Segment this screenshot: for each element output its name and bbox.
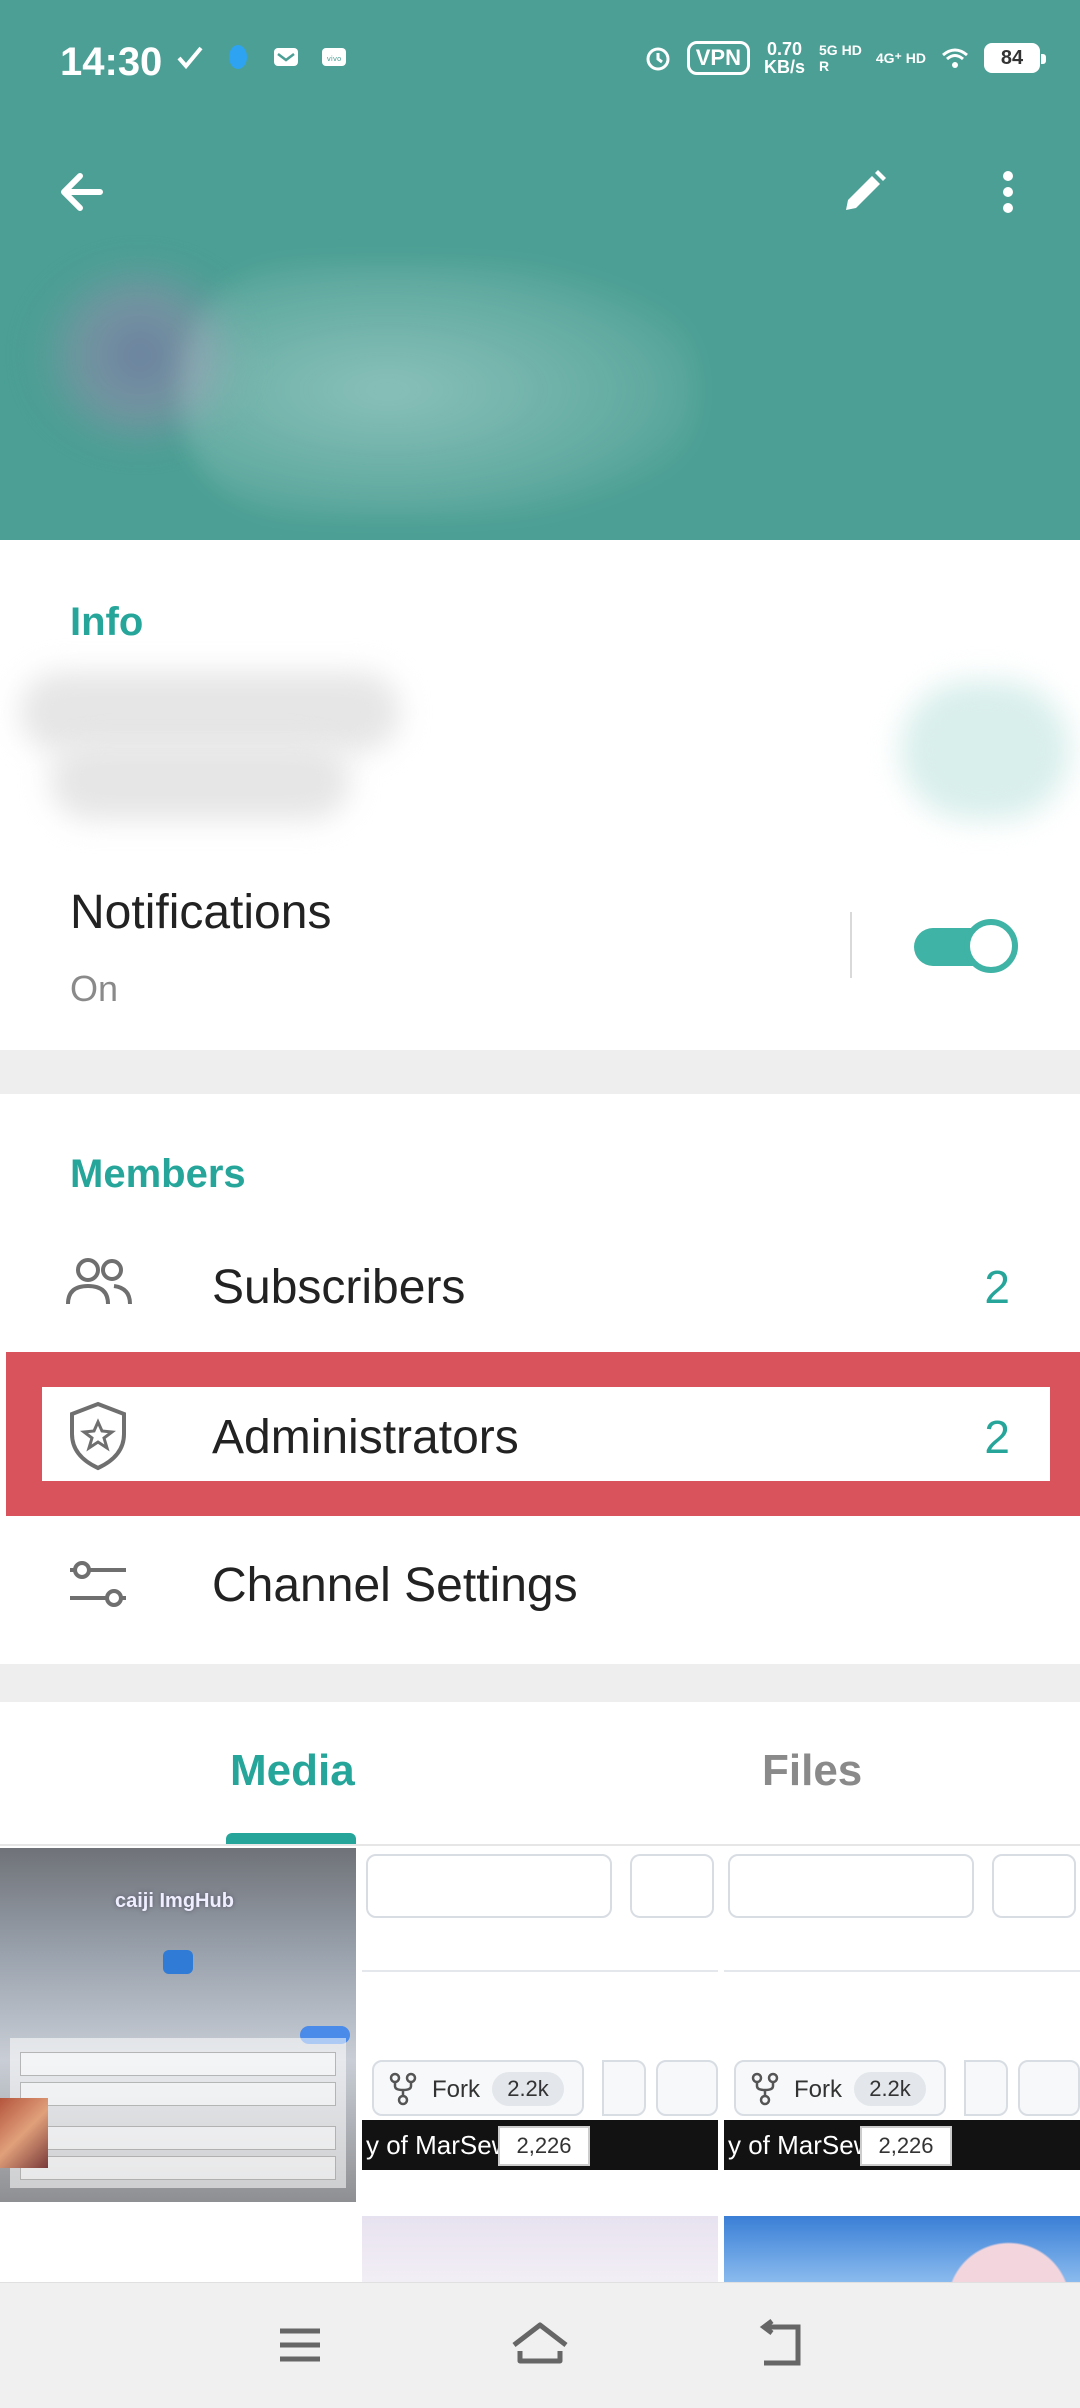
back-icon	[759, 2319, 801, 2366]
thumbnail-table	[10, 2038, 346, 2188]
administrators-row[interactable]: Administrators 2	[0, 1372, 1080, 1502]
divider	[362, 1970, 718, 1972]
channel-settings-row[interactable]: Channel Settings	[0, 1522, 1080, 1652]
subscribers-count: 2	[984, 1261, 1010, 1313]
toggle-knob	[964, 919, 1018, 973]
speed-unit: KB/s	[764, 57, 806, 77]
notification-icons: vivo	[175, 42, 349, 72]
home-button[interactable]	[500, 2313, 580, 2377]
speed-value: 0.70	[766, 39, 803, 59]
status-time: 14:30	[60, 40, 163, 84]
back-button[interactable]	[42, 152, 122, 232]
thumbnail-row	[20, 2082, 336, 2106]
star-icon	[656, 2060, 718, 2116]
divider	[850, 912, 852, 978]
signal-4g-label: 4G⁺ HD	[875, 50, 926, 66]
subscribers-label: Subscribers	[212, 1261, 466, 1314]
signal-5g-roaming: R	[819, 58, 830, 74]
thumbnail-image	[0, 2098, 48, 2168]
media-thumbnail[interactable]: caiji ImgHub	[0, 1848, 356, 2202]
thumbnail-search-box	[366, 1854, 612, 1918]
sliders-icon	[60, 1546, 136, 1622]
tooltip: 2,226	[498, 2126, 590, 2166]
signal-5g-label: 5G HD	[819, 42, 862, 58]
divider	[724, 1970, 1080, 1972]
mail-icon	[274, 48, 298, 66]
network-speed: 0.70 KB/s	[764, 40, 805, 76]
media-grid: caiji ImgHub Fork 2.2k y of MarSew 2,226	[0, 1846, 1080, 2282]
thumbnail-image	[362, 2216, 718, 2282]
channel-header: 14:30 vivo VPN 0.70 KB/s 5G HD R 4G⁺ HD …	[0, 0, 1080, 540]
thumbnail-search-box	[728, 1854, 974, 1918]
fork-count: 2.2k	[854, 2072, 926, 2106]
administrators-label: Administrators	[212, 1411, 519, 1464]
fork-label: Fork	[432, 2076, 480, 2103]
alarm-icon	[646, 47, 670, 71]
status-bar: 14:30 vivo VPN 0.70 KB/s 5G HD R 4G⁺ HD …	[0, 0, 1080, 130]
shield-star-icon	[60, 1398, 136, 1474]
subscribers-row[interactable]: Subscribers 2	[0, 1222, 1080, 1352]
qr-code-redacted[interactable]	[900, 680, 1070, 820]
fork-count: 2.2k	[492, 2072, 564, 2106]
edit-button[interactable]	[824, 152, 904, 232]
administrators-count: 2	[984, 1411, 1010, 1463]
more-vertical-icon	[1003, 171, 1013, 213]
notifications-status: On	[70, 968, 119, 1009]
copilot-icon	[630, 1854, 714, 1918]
chevron-down-icon	[602, 2060, 646, 2116]
home-icon	[512, 2322, 568, 2364]
star-icon	[1018, 2060, 1080, 2116]
channel-settings-label: Channel Settings	[212, 1559, 578, 1612]
system-nav-bar	[0, 2282, 1080, 2408]
media-thumbnail[interactable]: Fork 2.2k y of MarSew 2,226	[724, 1848, 1080, 2282]
section-separator	[0, 1050, 1080, 1094]
check-icon	[177, 46, 203, 70]
recent-apps-button[interactable]	[260, 2313, 340, 2377]
more-options-button[interactable]	[968, 152, 1048, 232]
back-nav-button[interactable]	[740, 2313, 820, 2377]
vpn-badge: VPN	[686, 41, 750, 75]
thumbnail-row	[20, 2156, 336, 2180]
wifi-icon	[942, 48, 968, 68]
status-indicators: VPN 0.70 KB/s 5G HD R 4G⁺ HD 84	[643, 40, 1046, 76]
thumbnail-row	[20, 2052, 336, 2076]
notifications-label: Notifications	[70, 886, 332, 939]
media-thumbnail[interactable]: Fork 2.2k y of MarSew 2,226	[362, 1848, 718, 2282]
fork-button: Fork 2.2k	[372, 2060, 584, 2116]
menu-icon	[280, 2328, 320, 2362]
chevron-down-icon	[964, 2060, 1008, 2116]
tab-media[interactable]: Media	[230, 1746, 355, 1796]
fork-label: Fork	[794, 2076, 842, 2103]
media-tabs: Media Files	[0, 1702, 1080, 1846]
thumbnail-title: caiji ImgHub	[115, 1890, 234, 1912]
thumbnail-row	[20, 2126, 336, 2150]
signal-4g: 4G⁺ HD	[876, 50, 926, 66]
fork-icon	[751, 2072, 779, 2106]
svg-text:vivo: vivo	[327, 55, 342, 63]
section-separator	[0, 1664, 1080, 1702]
pencil-icon	[846, 170, 886, 210]
info-section-title: Info	[70, 600, 144, 644]
tab-files[interactable]: Files	[762, 1746, 862, 1796]
channel-description-redacted-2	[50, 740, 350, 820]
camera-icon	[163, 1950, 193, 1974]
signal-5g: 5G HD R	[819, 42, 862, 74]
fork-button: Fork 2.2k	[734, 2060, 946, 2116]
thumbnail-image	[724, 2216, 1080, 2282]
arrow-left-icon	[61, 173, 103, 211]
qq-icon	[229, 45, 247, 69]
vivo-icon: vivo	[322, 48, 346, 66]
copilot-icon	[992, 1854, 1076, 1918]
members-section-title: Members	[70, 1152, 246, 1196]
notifications-toggle[interactable]	[914, 918, 1018, 976]
fork-icon	[389, 2072, 417, 2106]
battery-indicator: 84	[984, 43, 1046, 73]
tooltip: 2,226	[860, 2126, 952, 2166]
channel-name-redacted	[180, 260, 700, 520]
people-icon	[60, 1246, 136, 1322]
